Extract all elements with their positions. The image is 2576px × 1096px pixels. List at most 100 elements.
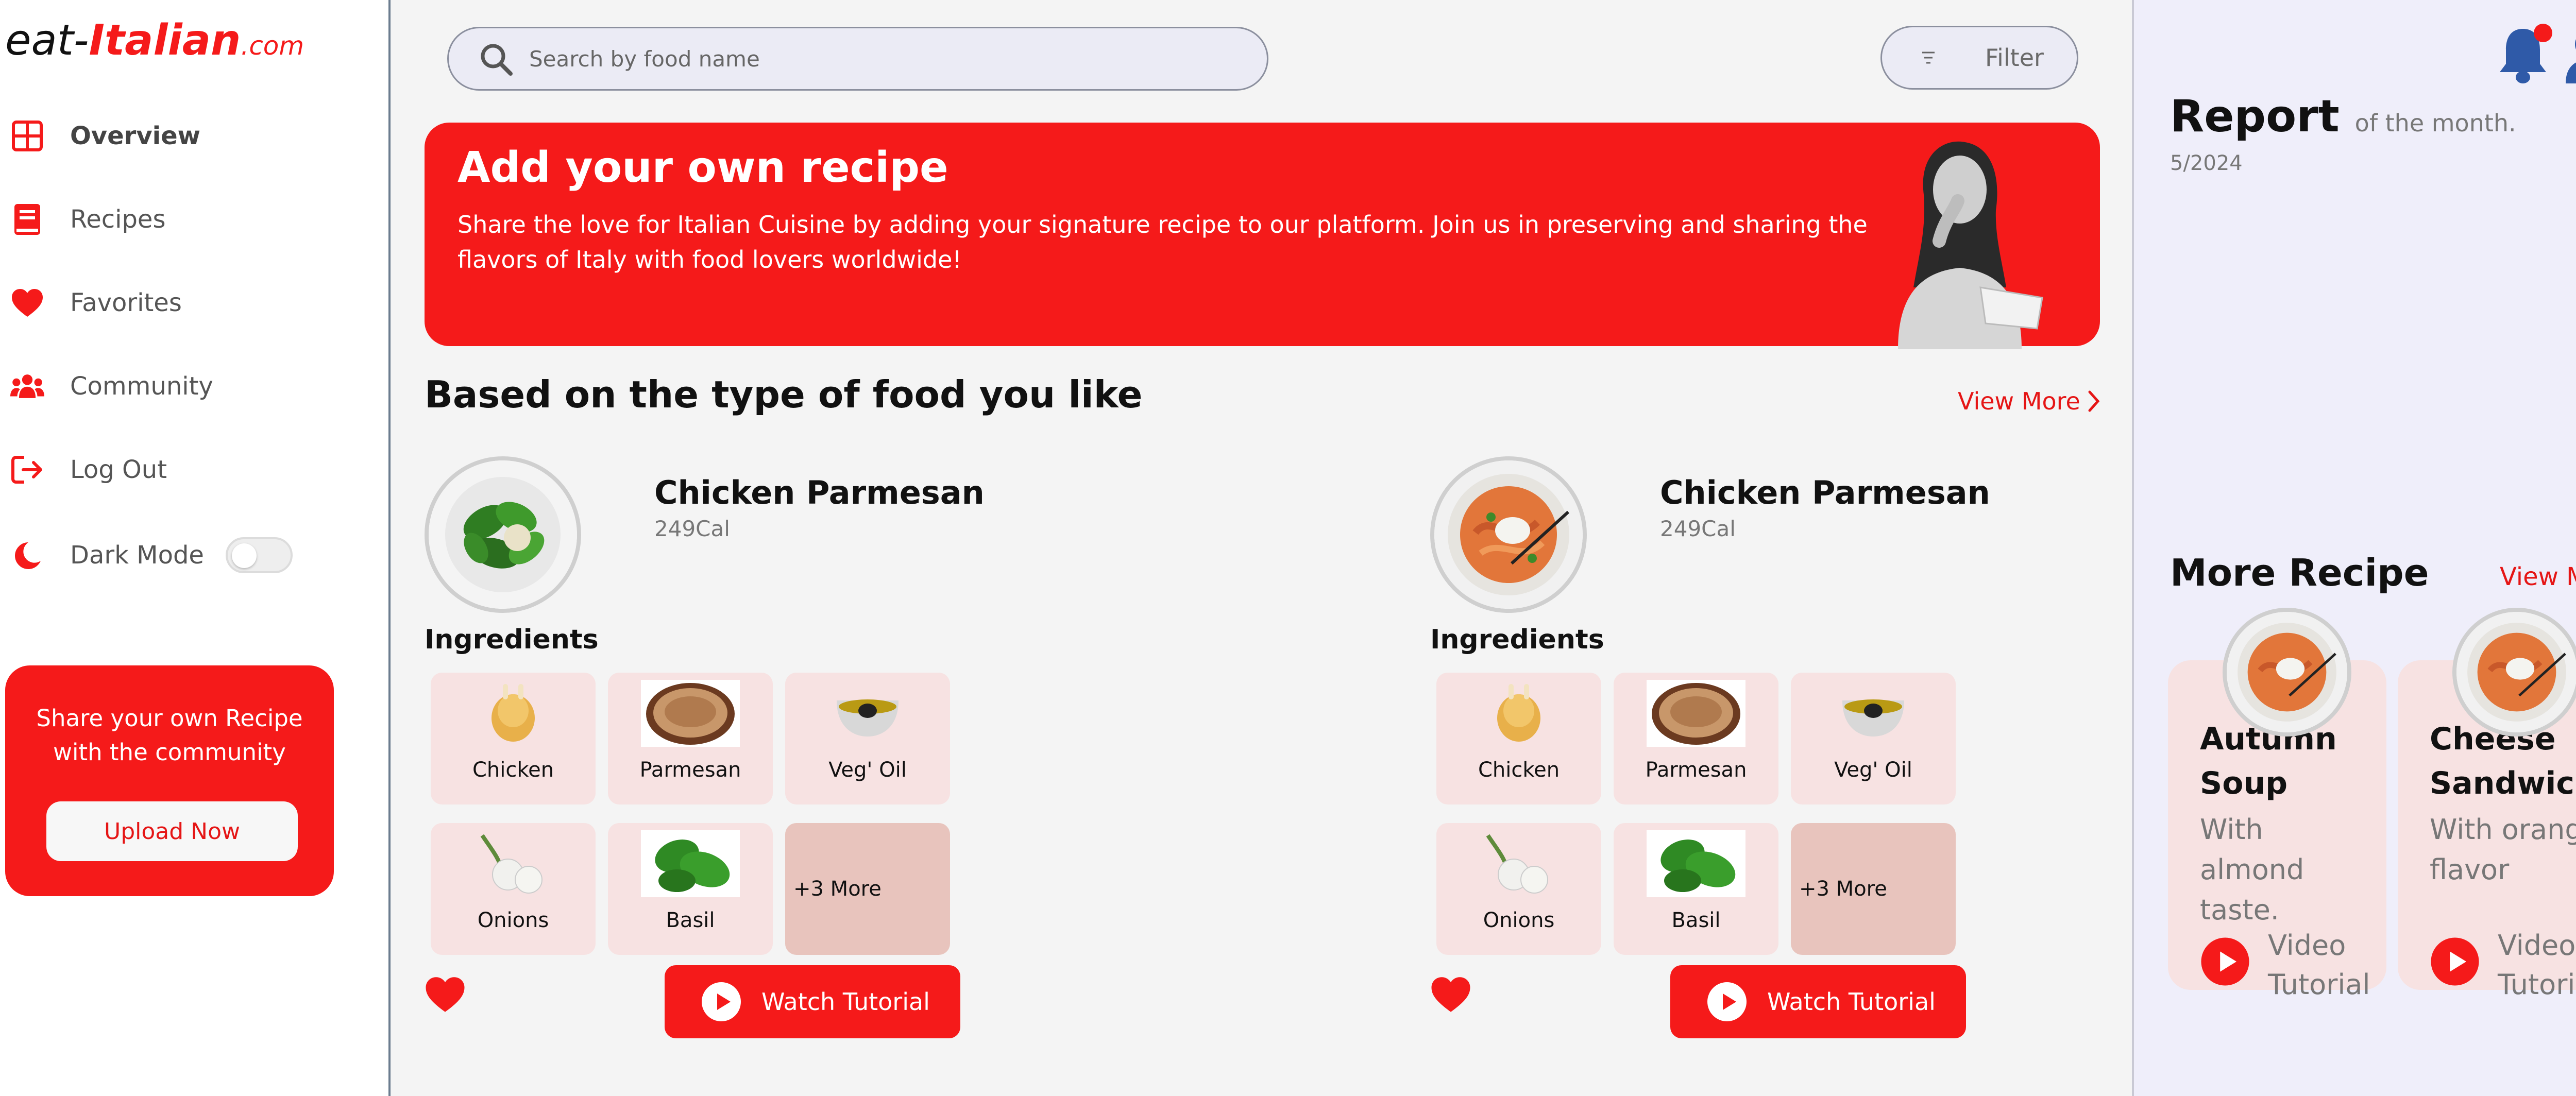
dish-photo-spinach [425,456,581,613]
ingredient-tile[interactable]: Chicken [1436,673,1601,804]
recipe-card[interactable]: Chicken Parmesan 249Cal Ingredients Chic… [425,456,1043,1043]
banner-person-image [1867,133,2053,349]
logo-prefix: eat- [5,16,89,65]
logo[interactable]: eat-Italian.com [5,20,304,62]
user-icon[interactable] [2563,30,2576,83]
ingredient-label: Chicken [472,758,554,782]
banner-text: Share the love for Italian Cuisine by ad… [457,211,1868,273]
recipe-calories: 249Cal [654,516,730,541]
dark-mode-toggle[interactable] [225,537,293,573]
sidebar-item-label: Recipes [70,205,166,234]
sidebar-item-favorites[interactable]: Favorites [10,277,381,329]
right-panel: Report of the month. 5/2024 More Recipe … [2132,0,2576,1096]
onions-image [472,830,554,897]
toggle-knob [231,543,257,568]
mini-recipe-desc: With almond taste. [2200,813,2304,926]
watch-tutorial-button[interactable]: Watch Tutorial [1670,965,1966,1038]
ingredient-label: Parmesan [1645,758,1747,782]
notification-badge [2534,24,2552,42]
logo-brand: Italian [89,16,241,65]
section-title: Based on the type of food you like [425,373,1143,416]
sidebar-item-recipes[interactable]: Recipes [10,194,381,245]
report-subtitle: of the month. [2354,109,2516,137]
add-recipe-banner[interactable]: Add your own recipe Share the love for I… [425,123,2100,349]
sidebar-item-label: Favorites [70,288,182,317]
ingredient-tile[interactable]: Chicken [431,673,596,804]
ingredient-label: Basil [666,909,715,932]
sidebar-item-label: Community [70,372,213,401]
mini-recipe-photo [2223,608,2351,737]
more-ingredients-tile[interactable]: +3 More [1791,823,1956,955]
dish-photo-pasta [1430,456,1587,613]
ingredient-label: Veg' Oil [1834,758,1912,782]
basil-image [1647,830,1745,897]
favorite-heart-icon[interactable] [1430,975,1471,1015]
ingredient-tile[interactable]: Onions [431,823,596,955]
ingredient-tile[interactable]: Veg' Oil [785,673,950,804]
view-more-link[interactable]: View More [1958,387,2100,415]
favorite-heart-icon[interactable] [425,975,466,1015]
sidebar-item-overview[interactable]: Overview [10,110,381,162]
more-ingredients-label: +3 More [1799,877,1887,901]
ingredient-label: Chicken [1478,758,1560,782]
main-content: Filter Add your own recipe Share the lov… [393,0,2132,1096]
more-recipe-title: More Recipe [2170,551,2429,594]
report-heading: Report [2170,91,2340,142]
ingredients-title: Ingredients [1430,624,1604,655]
view-more-label: View More [1958,387,2080,415]
watch-tutorial-label: Watch Tutorial [1767,988,1936,1016]
filter-button[interactable]: Filter [1880,26,2078,90]
banner-title: Add your own recipe [457,143,948,192]
book-icon [10,202,44,236]
ingredient-tile[interactable]: Basil [1614,823,1778,955]
logout-icon [10,453,44,487]
watch-tutorial-label: Watch Tutorial [761,988,930,1016]
basil-image [641,830,740,897]
more-ingredients-label: +3 More [793,877,882,901]
sidebar-item-community[interactable]: Community [10,361,381,412]
mini-recipe-photo [2452,608,2576,737]
mini-recipe-desc: With orange flavor [2430,813,2576,886]
recipe-name: Chicken Parmesan [1660,474,1990,511]
ingredients-title: Ingredients [425,624,599,655]
filter-icon [1918,47,1939,68]
play-icon [1706,981,1748,1022]
recipe-card[interactable]: Chicken Parmesan 249Cal Ingredients Chic… [1430,456,2048,1043]
sidebar-item-label: Dark Mode [70,541,204,570]
ingredient-tile[interactable]: Veg' Oil [1791,673,1956,804]
ingredient-label: Onions [1483,909,1555,932]
oil-image [1832,680,1914,747]
sidebar-item-logout[interactable]: Log Out [10,444,381,495]
play-icon [2200,936,2250,987]
video-tutorial-link[interactable]: Video Tutorial [2430,926,2576,1004]
search-bar[interactable] [447,27,1268,91]
parmesan-image [641,680,740,747]
users-icon [10,369,44,403]
ingredient-tile[interactable]: Basil [608,823,773,955]
ingredient-label: Basil [1671,909,1721,932]
oil-image [826,680,909,747]
grid-icon [10,119,44,153]
upload-now-button[interactable]: Upload Now [46,801,298,861]
search-input[interactable] [529,46,1199,72]
chicken-image [472,680,554,747]
video-tutorial-link[interactable]: Video Tutorial [2200,926,2392,1004]
watch-tutorial-button[interactable]: Watch Tutorial [665,965,960,1038]
more-recipe-view-more-link[interactable]: View More [2500,562,2576,591]
ingredient-tile[interactable]: Onions [1436,823,1601,955]
search-icon [478,41,514,77]
video-tutorial-label: Video Tutorial [2268,929,2370,1001]
ingredient-label: Veg' Oil [828,758,907,782]
heart-icon [10,286,44,320]
report-title: Report of the month. [2170,91,2516,142]
sidebar: eat-Italian.com Overview Recipes Favorit… [0,0,391,1096]
moon-icon [10,538,44,572]
sidebar-item-dark-mode: Dark Mode [10,529,381,581]
share-recipe-text: Share your own Recipe with the community [36,705,303,766]
ingredient-tile[interactable]: Parmesan [1614,673,1778,804]
more-ingredients-tile[interactable]: +3 More [785,823,950,955]
ingredient-tile[interactable]: Parmesan [608,673,773,804]
filter-label: Filter [1985,44,2044,72]
recipe-name: Chicken Parmesan [654,474,985,511]
chicken-image [1478,680,1560,747]
